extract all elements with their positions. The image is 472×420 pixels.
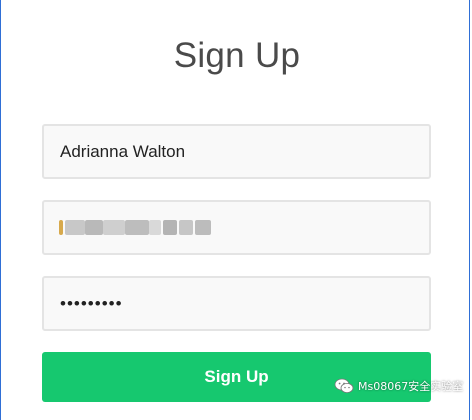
email-field[interactable]	[42, 200, 431, 255]
watermark: Ms08067安全实验室	[334, 376, 463, 396]
signup-panel: Sign Up Sign Up	[0, 0, 470, 420]
watermark-text: Ms08067安全实验室	[358, 380, 464, 393]
page-title: Sign Up	[173, 36, 301, 75]
password-field[interactable]	[42, 276, 431, 331]
name-field[interactable]	[42, 124, 431, 179]
wechat-icon	[334, 378, 354, 393]
